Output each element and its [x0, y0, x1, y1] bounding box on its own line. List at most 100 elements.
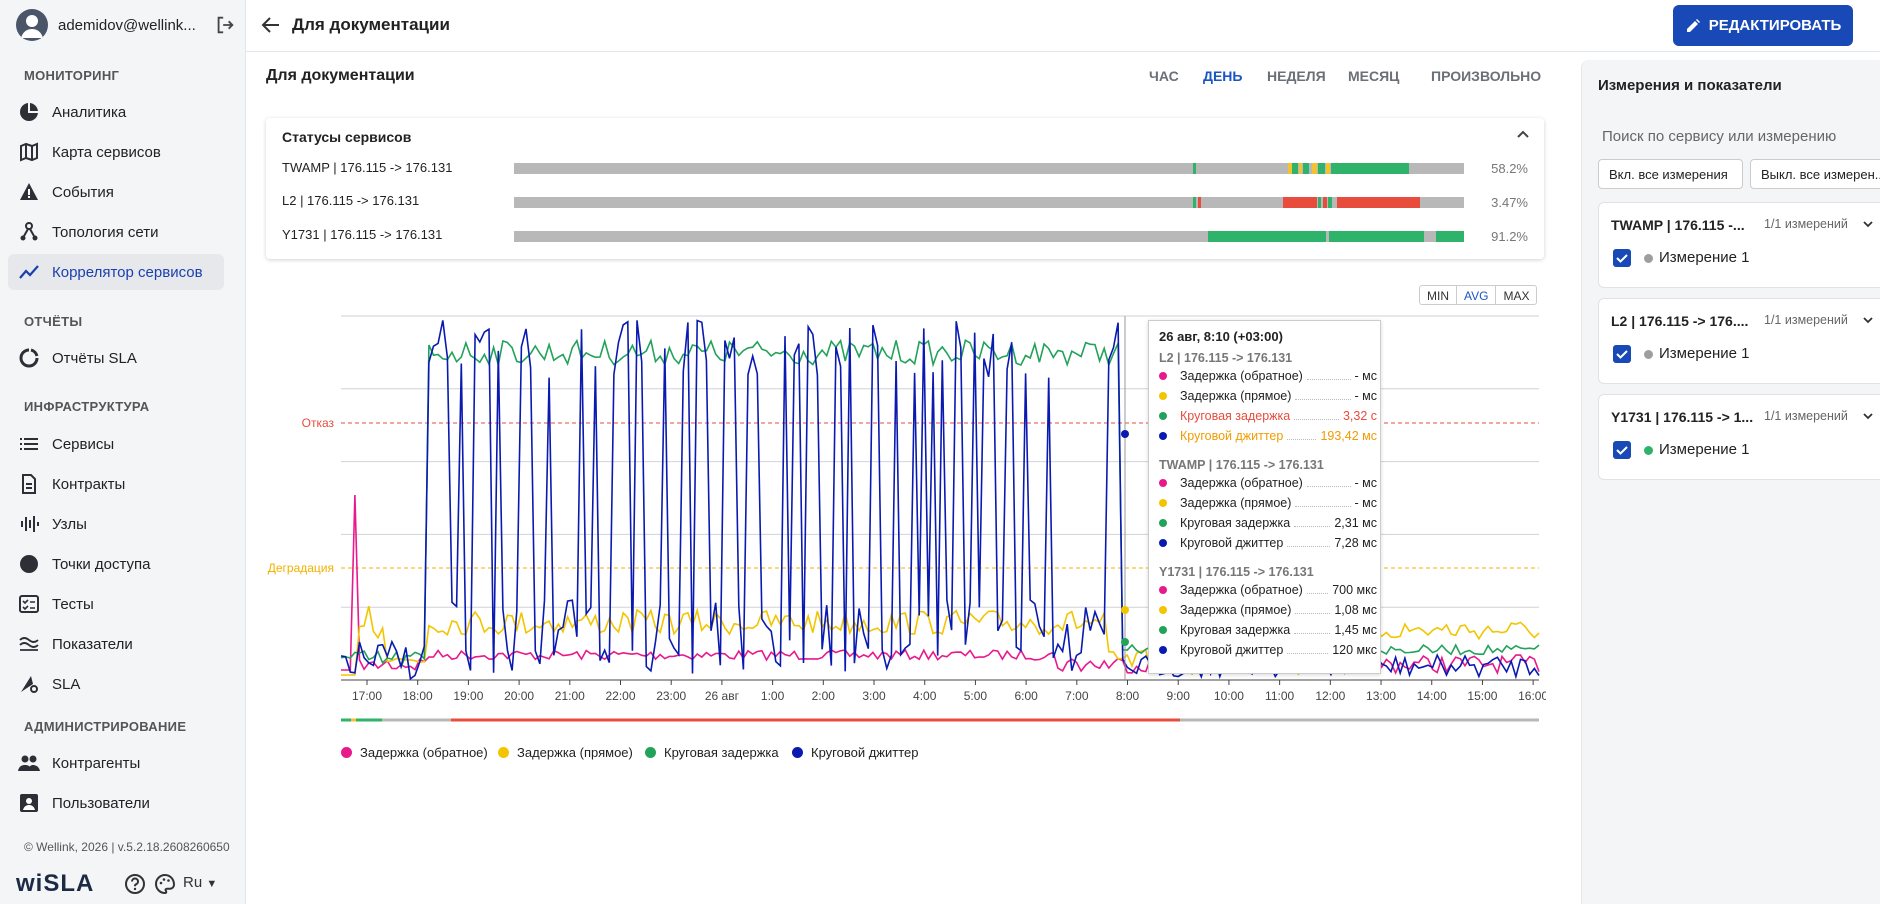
- tooltip-dot: [1159, 586, 1167, 594]
- nav-label: SLA: [52, 675, 81, 693]
- chevron-down-icon[interactable]: [1861, 217, 1875, 231]
- tooltip-dot: [1159, 606, 1167, 614]
- tooltip-leader: [1294, 626, 1331, 634]
- tooltip-label: Круговой джиттер: [1180, 536, 1284, 550]
- status-segment-ok: [1303, 163, 1310, 174]
- nav-item-service-correlator[interactable]: Коррелятор сервисов: [8, 254, 224, 290]
- x-tick-label: 16:00: [1518, 689, 1546, 703]
- nav-item-nodes[interactable]: Узлы: [8, 506, 224, 542]
- nav-item-services[interactable]: Сервисы: [8, 426, 224, 462]
- tooltip-line: Задержка (обратное) - мс: [1159, 475, 1377, 491]
- report-icon: [18, 347, 40, 369]
- user-profile[interactable]: ademidov@wellink...: [16, 8, 236, 42]
- legend-item[interactable]: Круговая задержка: [645, 745, 779, 760]
- tooltip-dot: [1159, 539, 1167, 547]
- range-week[interactable]: НЕДЕЛЯ: [1267, 68, 1326, 84]
- measurement-search-input[interactable]: Поиск по сервису или измерению: [1602, 128, 1836, 145]
- header-title: Для документации: [292, 15, 450, 34]
- tooltip-value: - мс: [1354, 389, 1377, 403]
- card-count: 1/1 измерений: [1764, 313, 1848, 327]
- x-tick-label: 8:00: [1116, 689, 1140, 703]
- nav-item-analytics[interactable]: Аналитика: [8, 94, 224, 130]
- nav-item-tests[interactable]: Тесты: [8, 586, 224, 622]
- trend-icon: [18, 261, 40, 283]
- back-arrow-icon[interactable]: [260, 14, 282, 36]
- measurement-card[interactable]: Y1731 | 176.115 -> 1... 1/1 измерений Из…: [1598, 394, 1880, 480]
- status-percent: 3.47%: [1491, 195, 1528, 210]
- tooltip-title: 26 авг, 8:10 (+03:00): [1159, 329, 1283, 344]
- nav-label: Карта сервисов: [52, 143, 161, 161]
- tooltip-dot: [1159, 519, 1167, 527]
- chevron-down-icon[interactable]: [1861, 313, 1875, 327]
- cursor-point: [1121, 638, 1129, 646]
- tooltip-value: 7,28 мс: [1334, 536, 1377, 550]
- tooltip-label: Круговой джиттер: [1180, 429, 1284, 443]
- nav-item-counterparties[interactable]: Контрагенты: [8, 745, 224, 781]
- range-month[interactable]: МЕСЯЦ: [1348, 68, 1399, 84]
- tooltip-dot: [1159, 392, 1167, 400]
- copyright: © Wellink, 2026 | v.5.2.18.2608260650: [24, 840, 230, 854]
- status-row-name: TWAMP | 176.115 -> 176.131: [282, 160, 453, 175]
- x-tick-label: 13:00: [1366, 689, 1396, 703]
- language-select[interactable]: Ru ▼: [183, 874, 217, 891]
- avatar: [16, 9, 48, 41]
- x-tick-label: 21:00: [555, 689, 585, 703]
- tooltip-line: Круговая задержка 2,31 мс: [1159, 515, 1377, 531]
- x-tick-label: 26 авг: [705, 689, 740, 703]
- edit-button[interactable]: РЕДАКТИРОВАТЬ: [1673, 5, 1853, 46]
- logout-icon[interactable]: [214, 14, 236, 36]
- warning-icon: [18, 181, 40, 203]
- measurement-checkbox[interactable]: [1613, 249, 1631, 267]
- range-hour[interactable]: ЧАС: [1149, 68, 1179, 84]
- range-custom[interactable]: ПРОИЗВОЛЬНО: [1431, 68, 1541, 84]
- x-tick-label: 17:00: [352, 689, 382, 703]
- status-timeline-l2[interactable]: [514, 197, 1464, 208]
- section-monitoring: МОНИТОРИНГ: [24, 68, 120, 83]
- disable-all-button[interactable]: Выкл. все измерен...: [1750, 159, 1880, 189]
- chevron-up-icon[interactable]: [1514, 126, 1532, 144]
- chevron-down-icon[interactable]: [1861, 409, 1875, 423]
- nav-item-users[interactable]: Пользователи: [8, 785, 224, 821]
- status-segment-fail: [1336, 197, 1421, 208]
- tooltip-line: Задержка (прямое) 1,08 мс: [1159, 602, 1377, 618]
- measurement-status-dot: [1644, 350, 1653, 359]
- status-timeline-twamp[interactable]: [514, 163, 1464, 174]
- status-segment-ok: [1317, 163, 1326, 174]
- nav-item-sla[interactable]: SLA: [8, 666, 224, 702]
- measurement-checkbox[interactable]: [1613, 441, 1631, 459]
- x-tick-label: 1:00: [761, 689, 785, 703]
- nav-item-service-map[interactable]: Карта сервисов: [8, 134, 224, 170]
- status-timeline-y1731[interactable]: [514, 231, 1464, 242]
- measurement-card[interactable]: L2 | 176.115 -> 176.... 1/1 измерений Из…: [1598, 298, 1880, 384]
- status-segment-warn: [1298, 163, 1303, 174]
- tooltip-group-name: Y1731 | 176.115 -> 176.131: [1159, 565, 1314, 579]
- status-segment-ok: [1328, 197, 1332, 208]
- status-percent: 58.2%: [1491, 161, 1528, 176]
- tooltip-value: 2,31 мс: [1334, 516, 1377, 530]
- nav-item-contracts[interactable]: Контракты: [8, 466, 224, 502]
- legend-item[interactable]: Задержка (обратное): [341, 745, 488, 760]
- range-day[interactable]: ДЕНЬ: [1203, 68, 1242, 84]
- nav-item-events[interactable]: События: [8, 174, 224, 210]
- chart-tooltip: 26 авг, 8:10 (+03:00) L2 | 176.115 -> 17…: [1148, 320, 1381, 674]
- palette-icon[interactable]: [154, 873, 176, 895]
- cursor-point: [1121, 430, 1129, 438]
- tooltip-value: - мс: [1354, 369, 1377, 383]
- nav-item-topology[interactable]: Топология сети: [8, 214, 224, 250]
- nav-item-sla-reports[interactable]: Отчёты SLA: [8, 340, 224, 376]
- measurement-checkbox[interactable]: [1613, 345, 1631, 363]
- nav-item-metrics[interactable]: Показатели: [8, 626, 224, 662]
- legend-item[interactable]: Задержка (прямое): [498, 745, 633, 760]
- status-segment-fail: [1323, 197, 1328, 208]
- legend-item[interactable]: Круговой джиттер: [792, 745, 918, 760]
- card-service-name: L2 | 176.115 -> 176....: [1611, 313, 1749, 329]
- tooltip-label: Задержка (прямое): [1180, 603, 1292, 617]
- status-row-name: L2 | 176.115 -> 176.131: [282, 193, 420, 208]
- tooltip-dot: [1159, 479, 1167, 487]
- nav-item-access-points[interactable]: Точки доступа: [8, 546, 224, 582]
- tooltip-line: Круговой джиттер 7,28 мс: [1159, 535, 1377, 551]
- section-reports: ОТЧЁТЫ: [24, 314, 83, 329]
- help-icon[interactable]: [124, 873, 146, 895]
- enable-all-button[interactable]: Вкл. все измерения: [1598, 159, 1743, 189]
- measurement-card[interactable]: TWAMP | 176.115 -... 1/1 измерений Измер…: [1598, 202, 1880, 288]
